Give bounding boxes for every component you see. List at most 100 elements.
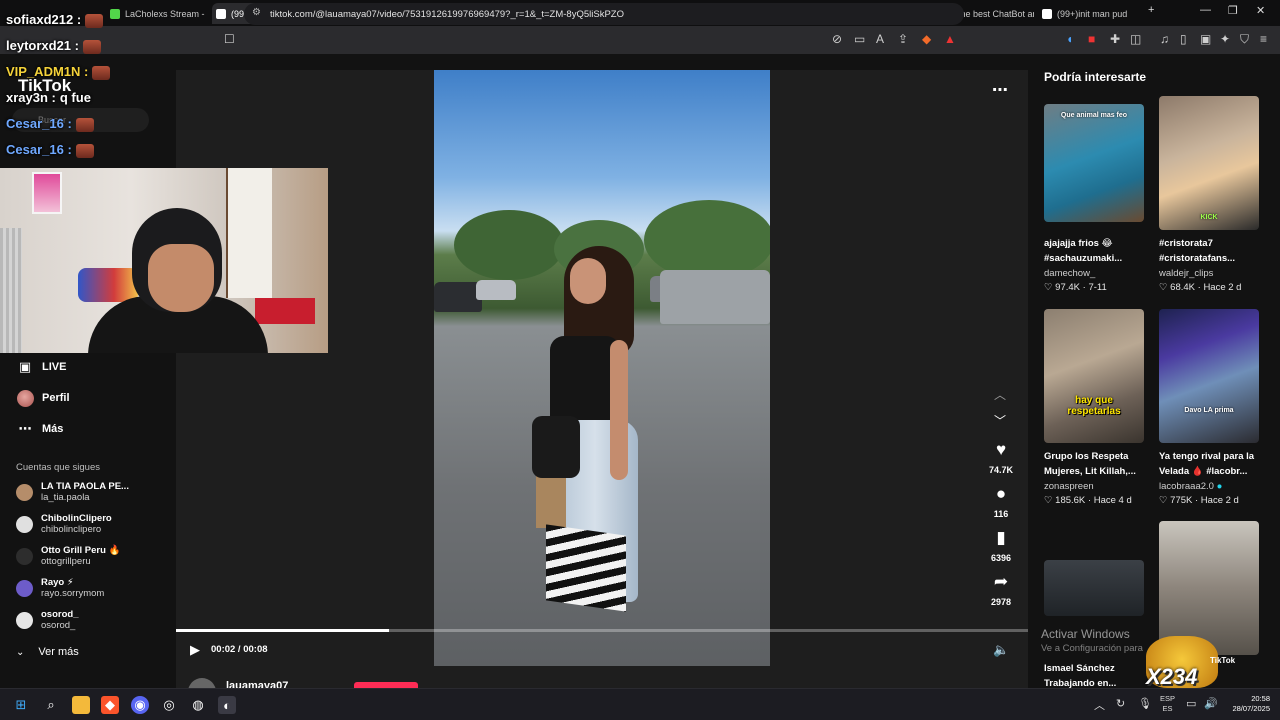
video-thumbnail[interactable] <box>1044 560 1144 616</box>
following-avatar <box>16 516 33 533</box>
tray-expand-icon[interactable]: ︿ <box>1094 697 1105 713</box>
wallet-alt-icon[interactable]: ▣ <box>1200 32 1211 46</box>
extension-new-icon[interactable]: ■ <box>1088 32 1095 46</box>
previous-video-icon[interactable]: ︿ <box>994 386 1006 403</box>
author-name: zonaspreen <box>1044 481 1094 492</box>
video-thumbnail[interactable] <box>1159 521 1259 655</box>
video-thumbnail[interactable]: Davo LA prima <box>1159 309 1259 443</box>
webcam-scene <box>255 298 315 324</box>
app-icon[interactable]: ◍ <box>189 696 207 714</box>
suggested-meta: ♡ 185.6K · Hace 4 d <box>1044 495 1132 506</box>
tab-0[interactable]: LaCholexs Stream - <box>106 3 206 24</box>
steam-icon[interactable]: ◎ <box>160 696 178 714</box>
thumbnail-badge: KICK <box>1200 214 1218 221</box>
menu-icon[interactable]: ≡ <box>1260 32 1267 46</box>
nav-item-more[interactable]: ⋯ Más <box>16 420 64 438</box>
creator-name[interactable]: lauamaya07 <box>226 680 288 688</box>
leo-ai-icon[interactable]: ✦ <box>1220 32 1230 46</box>
bookmark-button[interactable]: ▮ 6396 <box>984 528 1018 566</box>
next-video-icon[interactable]: ﹀ <box>994 412 1006 429</box>
sidebar-toggle-icon[interactable]: ▯ <box>1180 32 1187 46</box>
comment-button[interactable]: ● 116 <box>984 484 1018 522</box>
video-progress-bar[interactable] <box>176 629 1028 632</box>
tab-favicon-icon <box>110 8 120 19</box>
microphone-icon[interactable]: 🎙 <box>1138 697 1152 710</box>
address-bar[interactable]: ⚙ tiktok.com/@lauamaya07/video/753191261… <box>244 3 964 25</box>
tab-9[interactable]: (99+)init man pud <box>1038 3 1138 24</box>
suggested-author[interactable]: zonaspreen <box>1044 481 1094 492</box>
following-item[interactable]: osorod_ osorod_ <box>16 609 78 631</box>
nav-item-profile[interactable]: Perfil <box>16 389 70 407</box>
following-item[interactable]: LA TIA PAOLA PE... la_tia.paola <box>16 481 129 503</box>
language-indicator[interactable]: ESP ES <box>1160 694 1175 714</box>
media-icon[interactable]: ♫ <box>1160 32 1169 46</box>
discord-icon[interactable]: ◉ <box>131 696 149 714</box>
webcam-scene <box>78 268 138 302</box>
suggested-author[interactable]: lacobraaa2.0 ● <box>1159 481 1222 492</box>
extension-icon[interactable]: ⊘ <box>832 32 842 46</box>
suggested-caption[interactable]: ajajajja frios 😂 <box>1044 236 1156 251</box>
like-button[interactable]: ♥ 74.7K <box>984 440 1018 478</box>
puzzle-icon[interactable]: ✚ <box>1110 32 1120 46</box>
chat-username: sofiaxd212 : <box>6 12 82 27</box>
nav-profile-label: Perfil <box>42 392 70 404</box>
brave-browser-icon[interactable]: ◆ <box>101 696 119 714</box>
creator-avatar[interactable] <box>188 678 216 688</box>
video-thumbnail[interactable]: hay que respetarlas <box>1044 309 1144 443</box>
suggested-meta: ♡ 68.4K · Hace 2 d <box>1159 282 1241 293</box>
screenshot-icon[interactable]: ◫ <box>1130 32 1141 46</box>
nav-item-live[interactable]: ▣ LIVE <box>16 358 67 376</box>
brave-shields-icon[interactable]: ◆ <box>922 32 931 46</box>
file-explorer-icon[interactable] <box>72 696 90 714</box>
following-item[interactable]: Rayo ⚡ rayo.sorrymom <box>16 577 104 599</box>
vpn-icon[interactable]: ⛉ <box>1240 32 1249 47</box>
suggested-caption[interactable]: Grupo los Respeta <box>1044 449 1156 464</box>
search-icon[interactable]: ⌕ <box>42 696 60 714</box>
following-name: osorod_ <box>41 609 79 620</box>
suggested-caption[interactable]: #cristoratafans... <box>1159 251 1271 266</box>
close-window-icon[interactable]: ✕ <box>1256 4 1265 17</box>
brave-rewards-icon[interactable]: ▲ <box>944 32 956 46</box>
site-info-icon[interactable]: ⚙ <box>252 7 261 18</box>
screen: LaCholexs Stream -(99+)Mi mood✕(99+)PAI/… <box>0 0 1280 720</box>
share-page-icon[interactable]: ⇪ <box>898 32 908 46</box>
suggested-caption[interactable]: Ismael Sánchez <box>1044 661 1156 676</box>
chat-emote-icon <box>92 65 111 80</box>
following-item[interactable]: Otto Grill Peru 🔥 ottogrillperu <box>16 545 120 567</box>
bookmark-page-icon[interactable]: ☐ <box>224 32 235 46</box>
chat-username: xray3n : <box>6 90 56 105</box>
minimize-icon[interactable]: — <box>1200 4 1211 16</box>
wallet-icon[interactable]: ◖ <box>1066 32 1073 46</box>
suggested-caption[interactable]: Mujeres, Lit Killah,... <box>1044 464 1156 479</box>
video-thumbnail[interactable]: Que animal mas feo <box>1044 104 1144 222</box>
windows-start-icon[interactable]: ⊞ <box>12 696 30 714</box>
suggested-caption[interactable]: #cristorata7 <box>1159 236 1271 251</box>
restore-icon[interactable]: ❐ <box>1228 4 1238 17</box>
cast-icon[interactable]: ▭ <box>854 32 865 46</box>
suggested-caption[interactable]: Ya tengo rival para la <box>1159 449 1271 464</box>
sync-icon[interactable]: ↻ <box>1116 697 1125 710</box>
live-icon: ▣ <box>18 359 32 374</box>
new-tab-button[interactable]: + <box>1148 4 1154 16</box>
video-more-options-icon[interactable]: ⋯ <box>992 80 1009 100</box>
profile-avatar <box>16 389 34 407</box>
share-button[interactable]: ➦ 2978 <box>984 572 1018 610</box>
suggested-author[interactable]: waldejr_clips <box>1159 268 1213 279</box>
clock-date: 28/07/2025 <box>1232 704 1270 713</box>
see-more-button[interactable]: ⌄ Ver más <box>16 646 79 658</box>
language-top: ESP <box>1160 694 1176 703</box>
nav-more-label: Más <box>42 423 64 435</box>
network-icon[interactable]: ▭ <box>1186 697 1196 710</box>
volume-icon[interactable]: 🔈 <box>993 642 1009 658</box>
system-clock[interactable]: 20:58 28/07/2025 <box>1226 694 1270 714</box>
suggested-caption[interactable]: #sachauzumaki... <box>1044 251 1156 266</box>
scene-bag <box>532 416 580 478</box>
volume-tray-icon[interactable]: 🔊 <box>1204 697 1218 710</box>
following-item[interactable]: ChibolinClipero chibolinclipero <box>16 513 112 535</box>
suggested-caption[interactable]: Velada 🩸 #lacobr... <box>1159 464 1271 479</box>
translate-icon[interactable]: A <box>876 32 884 46</box>
video-thumbnail[interactable]: KICK <box>1159 96 1259 230</box>
suggested-author[interactable]: damechow_ <box>1044 268 1095 279</box>
obs-icon[interactable]: ◐ <box>218 696 236 714</box>
play-icon[interactable]: ▶ <box>190 642 200 658</box>
